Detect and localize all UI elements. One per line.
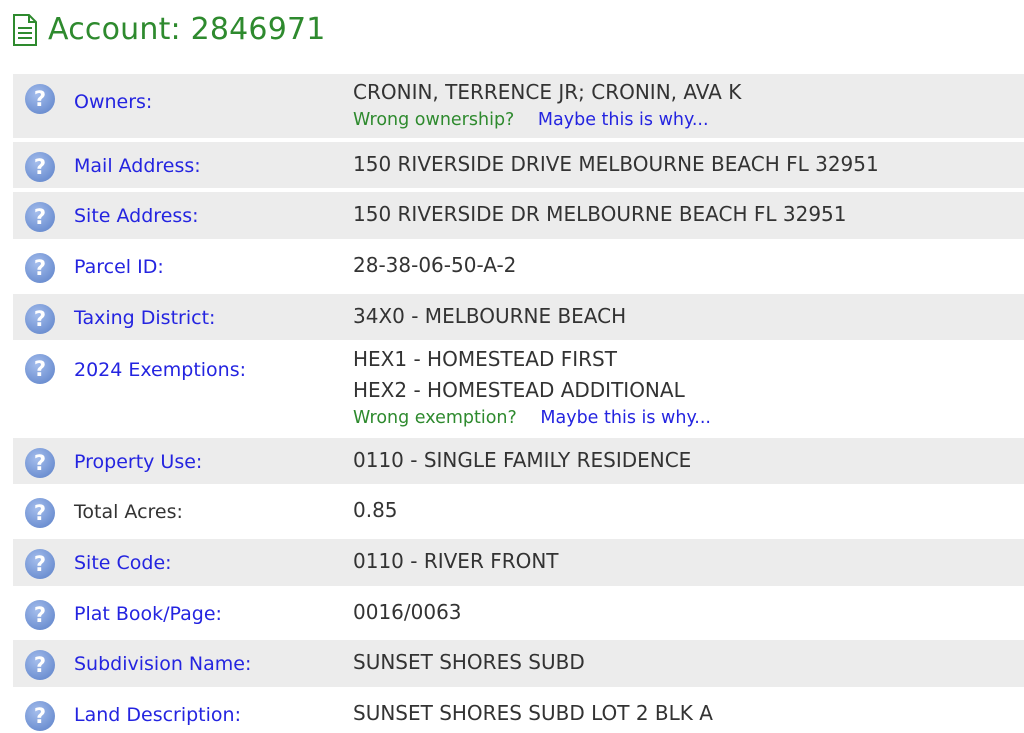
question-mark-circle-icon[interactable]: ? [25,650,55,680]
mail-address-value: 150 RIVERSIDE DRIVE MELBOURNE BEACH FL 3… [353,152,879,176]
question-mark-circle-icon[interactable]: ? [25,448,55,478]
question-mark-circle-icon[interactable]: ? [25,202,55,232]
question-mark-circle-icon[interactable]: ? [25,498,55,528]
site-address-row: ? Site Address: 150 RIVERSIDE DR MELBOUR… [13,192,1024,239]
question-mark-circle-icon[interactable]: ? [25,701,55,731]
owners-value: CRONIN, TERRENCE JR; CRONIN, AVA K Wrong… [353,74,741,138]
land-description-row: ? Land Description: SUNSET SHORES SUBD L… [13,691,1024,733]
subdivision-label-link[interactable]: Subdivision Name: [74,652,251,676]
total-acres-label: Total Acres: [74,501,183,523]
site-code-row: ? Site Code: 0110 - RIVER FRONT [13,539,1024,586]
question-mark-circle-icon[interactable]: ? [25,152,55,182]
mail-address-label-link[interactable]: Mail Address: [74,154,201,178]
question-mark-circle-icon[interactable]: ? [25,549,55,579]
question-mark-circle-icon[interactable]: ? [25,304,55,334]
question-mark-circle-icon[interactable]: ? [25,600,55,630]
exemption-hex2: HEX2 - HOMESTEAD ADDITIONAL [353,378,685,402]
property-use-value: 0110 - SINGLE FAMILY RESIDENCE [353,448,692,472]
land-description-label-link[interactable]: Land Description: [74,703,241,727]
site-address-value: 150 RIVERSIDE DR MELBOURNE BEACH FL 3295… [353,202,847,226]
parcel-id-row: ? Parcel ID: 28-38-06-50-A-2 [13,243,1024,290]
property-use-label-link[interactable]: Property Use: [74,450,202,474]
wrong-exemption-link[interactable]: Wrong exemption? [353,408,517,428]
question-mark-circle-icon[interactable]: ? [25,84,55,114]
exemptions-row: ? 2024 Exemptions: HEX1 - HOMESTEAD FIRS… [13,344,1024,434]
owners-links: Wrong ownership? Maybe this is why... [353,108,741,132]
document-icon [13,14,37,46]
page-title: Account: 2846971 [48,12,326,47]
taxing-district-value: 34X0 - MELBOURNE BEACH [353,304,627,328]
wrong-ownership-link[interactable]: Wrong ownership? [353,110,514,130]
exemptions-label-link[interactable]: 2024 Exemptions: [74,358,246,382]
taxing-district-row: ? Taxing District: 34X0 - MELBOURNE BEAC… [13,294,1024,340]
exemption-links: Wrong exemption? Maybe this is why... [353,406,711,430]
account-page: Account: 2846971 ? Owners: CRONIN, TERRE… [0,0,1024,733]
plat-book-value: 0016/0063 [353,600,462,624]
total-acres-row: ? Total Acres: 0.85 [13,488,1024,535]
exemption-hex1: HEX1 - HOMESTEAD FIRST [353,347,617,371]
subdivision-value: SUNSET SHORES SUBD [353,650,585,674]
owners-label-link[interactable]: Owners: [74,90,152,114]
site-code-value: 0110 - RIVER FRONT [353,549,559,573]
total-acres-value: 0.85 [353,498,398,522]
owners-row: ? Owners: CRONIN, TERRENCE JR; CRONIN, A… [13,74,1024,138]
site-address-label-link[interactable]: Site Address: [74,204,199,228]
taxing-district-label-link[interactable]: Taxing District: [74,306,215,330]
exemption-maybe-why-link[interactable]: Maybe this is why... [540,408,711,428]
owners-names: CRONIN, TERRENCE JR; CRONIN, AVA K [353,80,742,104]
subdivision-row: ? Subdivision Name: SUNSET SHORES SUBD [13,640,1024,687]
account-header: Account: 2846971 [12,8,326,52]
ownership-maybe-why-link[interactable]: Maybe this is why... [538,110,709,130]
question-mark-circle-icon[interactable]: ? [25,253,55,283]
parcel-id-value: 28-38-06-50-A-2 [353,253,517,277]
plat-book-row: ? Plat Book/Page: 0016/0063 [13,590,1024,636]
exemptions-value: HEX1 - HOMESTEAD FIRST HEX2 - HOMESTEAD … [353,344,711,436]
mail-address-row: ? Mail Address: 150 RIVERSIDE DRIVE MELB… [13,142,1024,188]
property-use-row: ? Property Use: 0110 - SINGLE FAMILY RES… [13,438,1024,484]
question-mark-circle-icon[interactable]: ? [25,354,55,384]
land-description-value: SUNSET SHORES SUBD LOT 2 BLK A [353,701,713,725]
site-code-label-link[interactable]: Site Code: [74,551,172,575]
parcel-id-label-link[interactable]: Parcel ID: [74,255,164,279]
property-details-table: ? Owners: CRONIN, TERRENCE JR; CRONIN, A… [13,74,1024,733]
plat-book-label-link[interactable]: Plat Book/Page: [74,602,222,626]
